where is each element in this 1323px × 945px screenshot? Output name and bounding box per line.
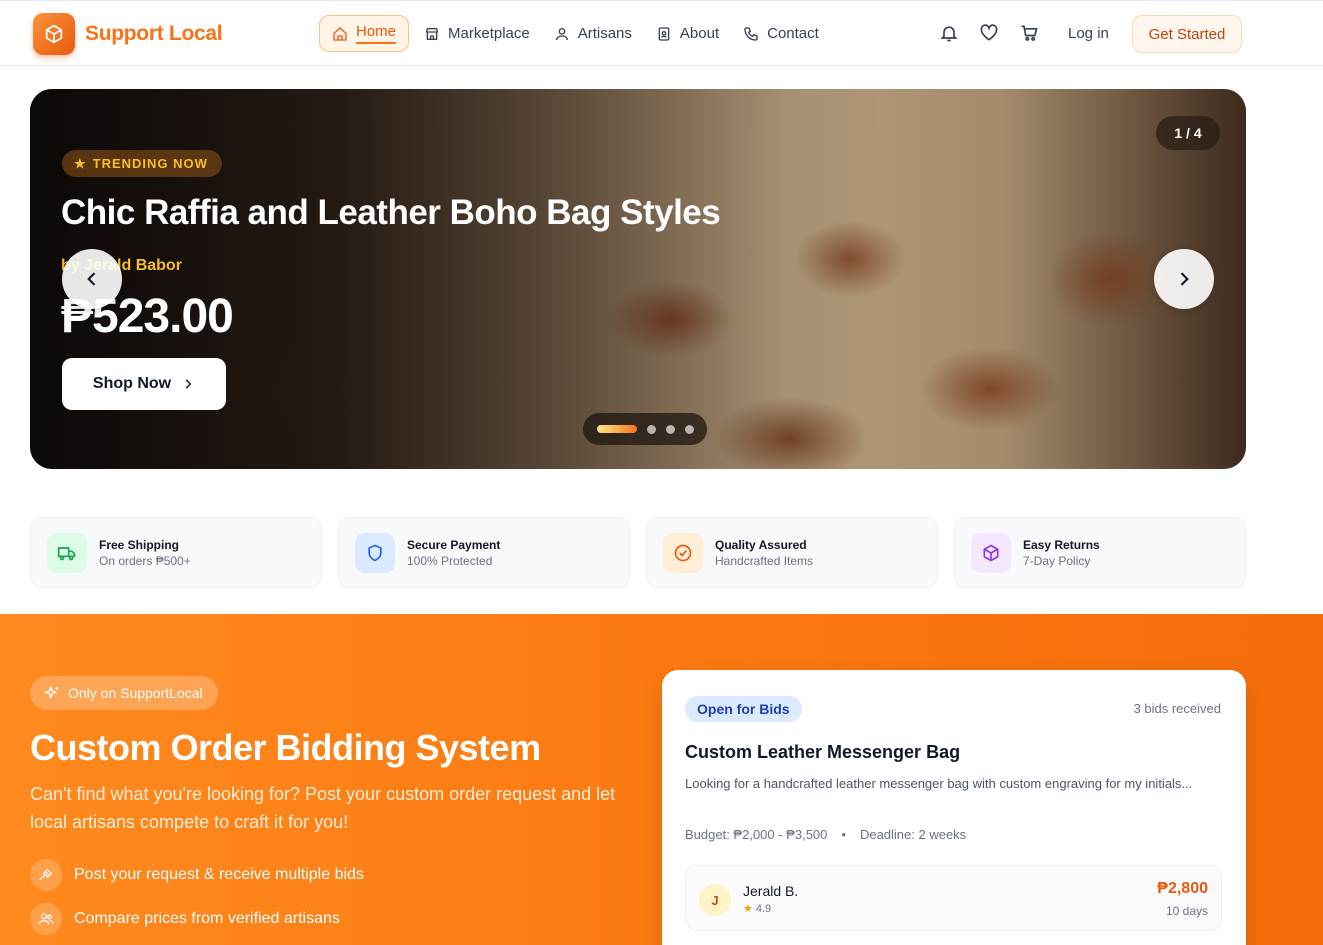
rating-value: 4.9 [755,902,772,915]
nav-home-label: Home [356,23,397,44]
check-circle-icon [663,532,703,573]
site-header: Support Local Home Marketplace Artisans … [0,0,1323,66]
sparkles-icon [44,686,58,699]
feature-easy-returns: Easy Returns 7-Day Policy [954,517,1246,588]
truck-icon [47,532,87,573]
users-icon [30,903,62,935]
shop-now-label: Shop Now [92,375,172,392]
home-icon [333,26,347,41]
order-description: Looking for a handcrafted leather messen… [685,776,1193,791]
exclusive-badge-label: Only on SupportLocal [68,685,203,701]
carousel-dot-3[interactable] [665,424,675,434]
meta-separator: • [841,827,846,842]
chevron-right-icon [185,379,192,389]
user-icon [555,27,568,40]
bell-icon[interactable] [939,23,959,43]
status-badge: Open for Bids [685,696,802,722]
chevron-right-icon [1180,272,1189,286]
bidding-section: Only on SupportLocal Custom Order Biddin… [0,614,1323,945]
nav-contact[interactable]: Contact [734,15,828,52]
feature-title: Easy Returns [1023,537,1100,552]
bidding-bullet: Post your request & receive multiple bid… [30,859,364,891]
main-nav: Home Marketplace Artisans About Contact [319,15,828,52]
trending-badge: ★ TRENDING NOW [62,150,222,177]
bid-duration: 10 days [1165,904,1208,918]
bidding-bullet-text: Post your request & receive multiple bid… [74,866,364,883]
bidding-bullet: Compare prices from verified artisans [30,903,340,935]
feature-subtitle: 100% Protected [407,553,493,568]
order-deadline: Deadline: 2 weeks [859,827,967,842]
feature-quality-assured: Quality Assured Handcrafted Items [646,517,938,588]
order-budget: Budget: ₱2,000 - ₱3,500 [685,827,828,842]
carousel-dot-2[interactable] [646,424,656,434]
chevron-left-icon [87,272,96,286]
carousel-dot-1[interactable] [596,425,637,433]
star-icon: ★ [74,155,87,171]
carousel-dot-4[interactable] [684,424,694,434]
package-icon [971,532,1011,573]
feature-title: Quality Assured [715,537,807,552]
brand-logo[interactable]: Support Local [33,13,223,55]
feature-subtitle: 7-Day Policy [1023,553,1091,568]
carousel-indicators [583,413,707,445]
nav-home[interactable]: Home [319,15,410,52]
nav-artisans[interactable]: Artisans [545,15,641,52]
nav-marketplace-label: Marketplace [448,25,530,42]
bidding-description: Can't find what you're looking for? Post… [30,784,616,832]
shield-icon [355,532,395,573]
hero-image-overlay [30,89,1246,469]
bidding-title: Custom Order Bidding System [30,727,541,768]
header-actions [939,23,1039,43]
bidding-bullet-text: Compare prices from verified artisans [74,910,340,927]
feature-title: Secure Payment [407,537,501,552]
bidder-rating: ★ 4.9 [743,902,772,916]
nav-about-label: About [679,25,720,42]
trending-label: TRENDING NOW [92,156,208,171]
bid-price: ₱2,800 [1157,880,1208,897]
star-icon: ★ [743,903,753,915]
bids-count: 3 bids received [1133,701,1221,716]
feature-subtitle: Handcrafted Items [715,553,814,568]
brand-name: Support Local [85,22,223,45]
order-title: Custom Leather Messenger Bag [685,742,961,762]
hero-carousel: ★ TRENDING NOW Chic Raffia and Leather B… [30,89,1246,469]
prev-slide-button[interactable] [62,249,122,309]
id-badge-icon [658,26,670,41]
get-started-button[interactable]: Get Started [1132,15,1242,53]
hero-title: Chic Raffia and Leather Boho Bag Styles [61,193,721,232]
feature-title: Free Shipping [99,537,180,552]
feature-secure-payment: Secure Payment 100% Protected [338,517,630,588]
login-link[interactable]: Log in [1068,25,1109,42]
shop-now-button[interactable]: Shop Now [62,358,226,410]
cart-icon[interactable] [1019,23,1039,43]
next-slide-button[interactable] [1154,249,1214,309]
feature-free-shipping: Free Shipping On orders ₱500+ [30,517,322,588]
custom-order-card[interactable]: Open for Bids 3 bids received Custom Lea… [662,670,1246,945]
nav-marketplace[interactable]: Marketplace [415,15,539,52]
gavel-icon [30,859,62,891]
features-bar: Free Shipping On orders ₱500+ Secure Pay… [30,517,1246,588]
nav-about[interactable]: About [647,15,728,52]
exclusive-badge: Only on SupportLocal [30,676,218,710]
bid-item[interactable]: J Jerald B. ★ 4.9 ₱2,800 10 days [685,865,1222,931]
store-icon [426,27,439,40]
order-meta: Budget: ₱2,000 - ₱3,500 • Deadline: 2 we… [685,827,966,842]
phone-icon [744,26,758,41]
heart-icon[interactable] [979,23,999,43]
box-icon [33,13,75,55]
avatar: J [699,884,731,916]
nav-artisans-label: Artisans [577,25,632,42]
nav-contact-label: Contact [767,25,819,42]
bidder-name: Jerald B. [743,883,799,899]
feature-subtitle: On orders ₱500+ [99,553,191,568]
slide-counter: 1 / 4 [1156,116,1220,150]
